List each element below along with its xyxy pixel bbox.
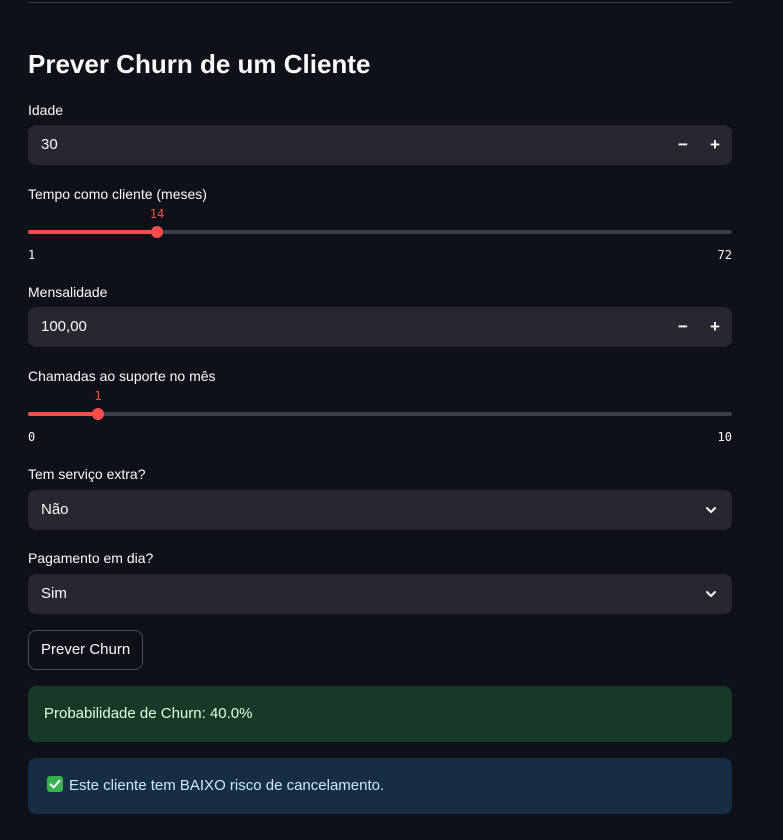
slider-thumb[interactable] bbox=[92, 408, 104, 420]
pagamento-select[interactable]: Sim bbox=[28, 574, 732, 614]
idade-increment-button[interactable]: + bbox=[699, 125, 731, 165]
idade-label: Idade bbox=[28, 102, 64, 118]
slider-thumb-value: 1 bbox=[94, 389, 102, 403]
servico-extra-selected: Não bbox=[41, 501, 69, 518]
slider-thumb[interactable] bbox=[151, 226, 163, 238]
risk-text: Este cliente tem BAIXO risco de cancelam… bbox=[69, 777, 385, 794]
servico-extra-label: Tem serviço extra? bbox=[28, 466, 146, 482]
slider-min-label: 0 bbox=[28, 430, 36, 444]
page-title: Prever Churn de um Cliente bbox=[28, 49, 371, 79]
probability-alert: Probabilidade de Churn: 40.0% bbox=[28, 686, 732, 742]
probability-text: Probabilidade de Churn: 40.0% bbox=[44, 705, 253, 722]
chevron-down-icon bbox=[706, 591, 716, 597]
slider-track bbox=[28, 412, 732, 416]
risk-alert: Este cliente tem BAIXO risco de cancelam… bbox=[28, 758, 732, 814]
slider-fill bbox=[28, 412, 98, 416]
app-main: Prever Churn de um Cliente Idade 30 − + … bbox=[0, 0, 783, 840]
slider-fill bbox=[28, 230, 157, 234]
slider-max-label: 72 bbox=[717, 248, 732, 262]
chevron-down-icon bbox=[706, 507, 716, 513]
mensalidade-number-input: 100,00 − + bbox=[28, 307, 732, 347]
servico-extra-select[interactable]: Não bbox=[28, 490, 732, 530]
idade-value[interactable]: 30 bbox=[41, 125, 58, 165]
idade-number-input: 30 − + bbox=[28, 125, 732, 165]
tempo-slider[interactable]: 14 1 72 bbox=[28, 203, 732, 263]
idade-decrement-button[interactable]: − bbox=[667, 125, 699, 165]
pagamento-selected: Sim bbox=[41, 585, 67, 602]
tempo-label: Tempo como cliente (meses) bbox=[28, 186, 207, 202]
mensalidade-increment-button[interactable]: + bbox=[699, 307, 731, 347]
chamadas-slider[interactable]: 1 0 10 bbox=[28, 385, 732, 445]
slider-min-label: 1 bbox=[28, 248, 36, 262]
check-mark-icon bbox=[47, 776, 63, 793]
mensalidade-value[interactable]: 100,00 bbox=[41, 307, 87, 347]
prever-churn-button[interactable]: Prever Churn bbox=[28, 630, 144, 670]
mensalidade-decrement-button[interactable]: − bbox=[667, 307, 699, 347]
slider-max-label: 10 bbox=[717, 430, 732, 444]
pagamento-label: Pagamento em dia? bbox=[28, 550, 154, 566]
chamadas-label: Chamadas ao suporte no mês bbox=[28, 368, 216, 384]
slider-thumb-value: 14 bbox=[149, 207, 165, 221]
mensalidade-label: Mensalidade bbox=[28, 284, 108, 300]
top-divider bbox=[28, 2, 732, 3]
